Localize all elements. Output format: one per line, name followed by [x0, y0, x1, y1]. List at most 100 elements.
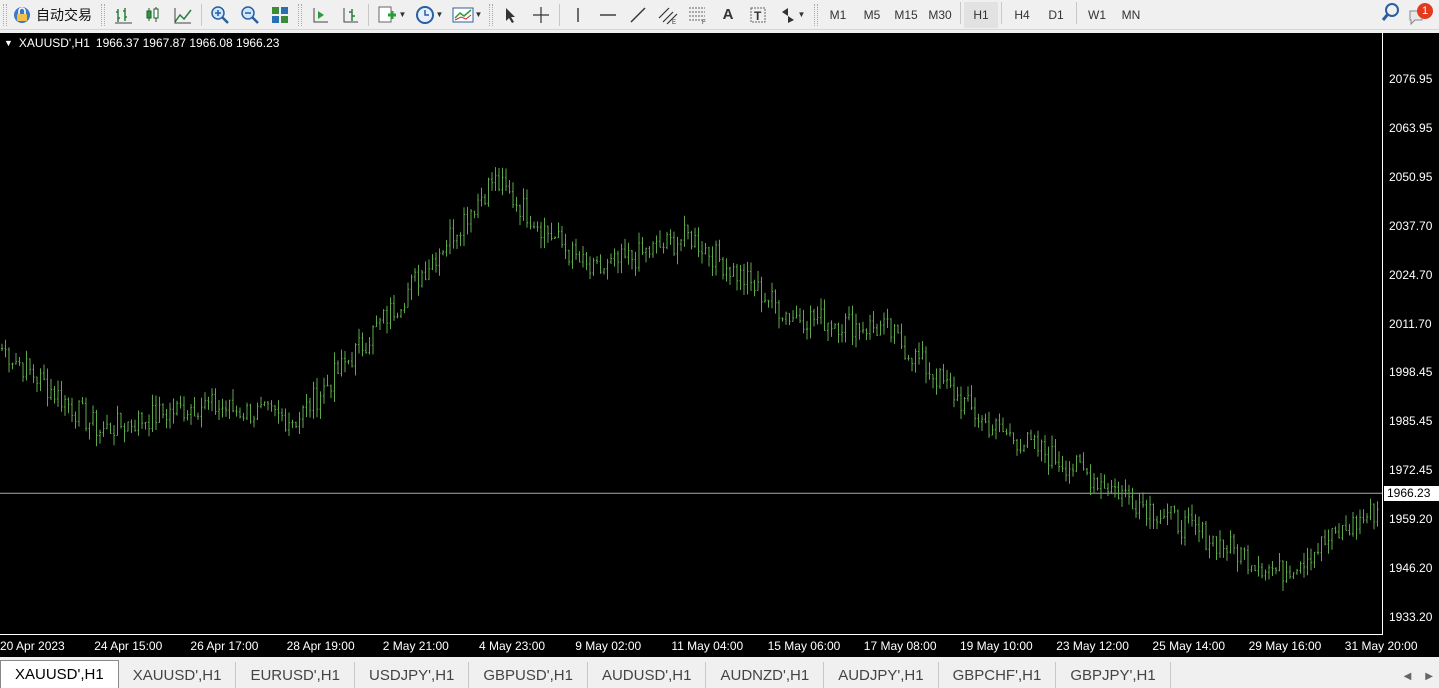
indicators-menu-icon[interactable]: ▼	[372, 2, 410, 28]
time-tick-label: 2 May 21:00	[382, 639, 449, 653]
toolbar-separator	[1001, 1, 1002, 24]
time-tick-label: 11 May 04:00	[671, 639, 744, 653]
vertical-line-icon[interactable]	[563, 2, 593, 28]
chart-tab[interactable]: EURUSD',H1	[236, 662, 355, 688]
toolbar-separator	[1076, 1, 1077, 24]
chart-ohlc: 1966.37 1967.87 1966.08 1966.23	[95, 36, 280, 50]
tab-scroll-left-icon[interactable]: ◀	[1404, 671, 1412, 682]
chart-tab[interactable]: XAUUSD',H1	[119, 662, 237, 688]
toolbar-separator	[559, 3, 560, 26]
candlestick-icon[interactable]	[138, 2, 168, 28]
price-tick-label: 1959.20	[1389, 512, 1433, 527]
chart-tab[interactable]: AUDUSD',H1	[588, 662, 707, 688]
timeframe-h4-button[interactable]: H4	[1005, 2, 1039, 28]
chart-symbol: XAUUSD',H1	[18, 36, 90, 50]
toolbar-separator	[960, 1, 961, 24]
price-tick-label: 2050.95	[1389, 169, 1433, 184]
notification-badge: 1	[1417, 2, 1433, 19]
tab-scroll-right-icon[interactable]: ▶	[1425, 671, 1433, 682]
notifications-icon[interactable]: 1	[1407, 2, 1433, 27]
chart-shift-icon[interactable]	[335, 2, 365, 28]
price-tick-label: 2024.70	[1389, 267, 1433, 282]
main-toolbar: 自动交易 ▼ ▼ ▼ E F A T ▼ M1 M5 M15 M30 H1 H4…	[0, 0, 1439, 30]
search-icon[interactable]	[1381, 2, 1401, 27]
svg-text:E: E	[672, 20, 676, 25]
tab-scroll: ◀ ▶	[1404, 671, 1433, 682]
toolbar-separator	[368, 3, 369, 26]
toolbar-grip	[814, 3, 818, 26]
timeframe-bar: M1 M5 M15 M30 H1 H4 D1 W1 MN	[821, 1, 1148, 28]
time-tick-label: 26 Apr 17:00	[190, 639, 259, 653]
timeframe-m30-button[interactable]: M30	[923, 2, 957, 28]
timeframe-m5-button[interactable]: M5	[855, 2, 889, 28]
equidistant-channel-icon[interactable]: E	[653, 2, 683, 28]
arrows-menu-icon[interactable]: ▼	[773, 2, 811, 28]
toolbar-grip	[101, 3, 105, 26]
auto-trading-icon	[14, 6, 30, 23]
time-tick-label: 24 Apr 15:00	[94, 639, 163, 653]
zoom-in-icon[interactable]	[205, 2, 235, 28]
price-tick-label: 2011.70	[1389, 316, 1432, 331]
time-tick-label: 4 May 23:00	[479, 639, 546, 653]
crosshair-icon[interactable]	[526, 2, 556, 28]
chart-tab[interactable]: GBPJPY',H1	[1056, 662, 1171, 688]
svg-text:T: T	[754, 9, 762, 23]
chart-window[interactable]: ▼ XAUUSD',H1 1966.37 1967.87 1966.08 196…	[0, 33, 1439, 657]
text-label-icon[interactable]: T	[743, 2, 773, 28]
bar-chart-icon[interactable]	[108, 2, 138, 28]
toolbar-grip	[489, 3, 493, 26]
chart-tab[interactable]: GBPCHF',H1	[939, 662, 1057, 688]
timeframe-d1-button[interactable]: D1	[1039, 2, 1073, 28]
periods-menu-icon[interactable]: ▼	[410, 2, 448, 28]
price-tick-label: 2037.70	[1389, 218, 1433, 233]
chart-header: ▼ XAUUSD',H1 1966.37 1967.87 1966.08 196…	[4, 36, 279, 50]
cursor-icon[interactable]	[496, 2, 526, 28]
templates-menu-icon[interactable]: ▼	[448, 2, 486, 28]
auto-trading-label: 自动交易	[36, 6, 92, 23]
timeframe-h1-button[interactable]: H1	[964, 1, 998, 28]
time-tick-label: 15 May 06:00	[767, 639, 841, 653]
chart-tab[interactable]: XAUUSD',H1	[0, 660, 119, 688]
timeframe-m1-button[interactable]: M1	[821, 2, 855, 28]
price-tick-label: 2063.95	[1389, 120, 1433, 135]
trendline-icon[interactable]	[623, 2, 653, 28]
line-chart-icon[interactable]	[168, 2, 198, 28]
price-tick-label: 1998.45	[1389, 365, 1433, 380]
price-tick-label: 1933.20	[1389, 609, 1433, 624]
svg-text:F: F	[702, 20, 706, 25]
time-tick-label: 9 May 02:00	[575, 639, 642, 653]
timeframe-mn-button[interactable]: MN	[1114, 2, 1148, 28]
fibonacci-icon[interactable]: F	[683, 2, 713, 28]
time-tick-label: 28 Apr 19:00	[286, 639, 355, 653]
chart-plot-border	[0, 33, 1383, 635]
time-tick-label: 19 May 10:00	[960, 639, 1033, 653]
zoom-out-icon[interactable]	[235, 2, 265, 28]
time-tick-label: 23 May 12:00	[1056, 639, 1129, 653]
chart-collapse-icon[interactable]: ▼	[4, 36, 13, 50]
text-icon[interactable]: A	[713, 2, 743, 28]
price-tick-label: 2076.95	[1389, 72, 1433, 86]
auto-scroll-icon[interactable]	[305, 2, 335, 28]
time-tick-label: 20 Apr 2023	[0, 639, 65, 653]
chart-tab[interactable]: AUDNZD',H1	[706, 662, 825, 688]
price-tick-label: 1985.45	[1389, 414, 1433, 429]
auto-trading-button[interactable]: 自动交易	[10, 2, 98, 28]
time-tick-label: 29 May 16:00	[1248, 639, 1322, 653]
time-tick-label: 25 May 14:00	[1152, 639, 1226, 653]
tile-windows-icon[interactable]	[265, 2, 295, 28]
time-tick-label: 31 May 20:00	[1344, 639, 1418, 653]
time-tick-label: 17 May 08:00	[863, 639, 937, 653]
chart-tabs: XAUUSD',H1 XAUUSD',H1 EURUSD',H1 USDJPY',H1…	[0, 659, 1439, 688]
toolbar-right: 1	[1381, 2, 1433, 27]
horizontal-line-icon[interactable]	[593, 2, 623, 28]
chart-tab[interactable]: AUDJPY',H1	[824, 662, 939, 688]
chart-tab[interactable]: GBPUSD',H1	[469, 662, 588, 688]
timeframe-m15-button[interactable]: M15	[889, 2, 923, 28]
price-tick-label: 1946.20	[1389, 561, 1433, 575]
chart-tab[interactable]: USDJPY',H1	[355, 662, 470, 688]
toolbar-grip[interactable]	[3, 3, 7, 26]
toolbar-grip	[298, 3, 302, 26]
toolbar-separator	[201, 3, 202, 26]
timeframe-w1-button[interactable]: W1	[1080, 2, 1114, 28]
price-tick-label: 1972.45	[1389, 463, 1433, 478]
